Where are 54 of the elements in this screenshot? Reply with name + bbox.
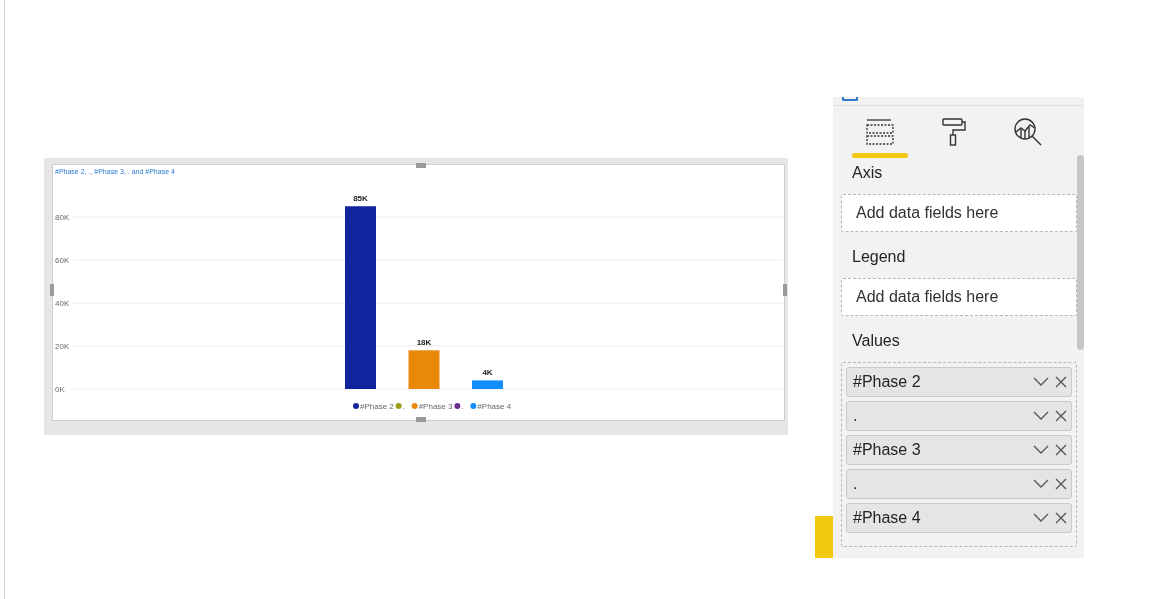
axis-label: 20K — [55, 342, 70, 351]
field-pill[interactable]: #Phase 2 — [846, 367, 1072, 397]
field-name: #Phase 4 — [853, 508, 922, 528]
field-name: . — [853, 474, 859, 494]
legend-item[interactable]: #Phase 4 — [470, 402, 512, 411]
data-label: 4K — [482, 368, 493, 378]
field-name: #Phase 3 — [853, 440, 922, 460]
pane-tab[interactable] — [852, 117, 908, 158]
field-pill[interactable]: . — [846, 469, 1072, 499]
chevron-down-icon[interactable] — [1033, 479, 1049, 489]
resize-handle[interactable] — [416, 163, 426, 168]
chevron-down-icon[interactable] — [1033, 411, 1049, 421]
well-label: Axis — [852, 163, 883, 183]
axis-label: 40K — [55, 299, 70, 308]
resize-handle[interactable] — [50, 284, 54, 296]
analytics-icon — [1013, 117, 1043, 147]
values-drop-zone[interactable]: #Phase 2 . #Phase 3 . #Phase 4 — [841, 362, 1077, 547]
legend-item[interactable]: . — [454, 402, 464, 411]
fields-icon — [865, 118, 895, 146]
close-icon[interactable] — [1055, 376, 1067, 388]
chevron-down-icon[interactable] — [1033, 377, 1049, 387]
close-icon[interactable] — [1055, 410, 1067, 422]
resize-handle[interactable] — [416, 417, 426, 422]
legend-label: #Phase 2 — [360, 402, 395, 411]
legend-item[interactable]: #Phase 2 — [353, 402, 394, 411]
panel-icon[interactable] — [842, 97, 858, 101]
legend-item[interactable]: #Phase 3 — [411, 402, 453, 411]
chevron-down-icon[interactable] — [1033, 513, 1049, 523]
paint-roller-icon — [941, 117, 967, 147]
drop-zone[interactable]: Add data fields here — [841, 194, 1077, 232]
data-label: 18K — [416, 338, 432, 348]
close-icon[interactable] — [1055, 478, 1067, 490]
chevron-down-icon[interactable] — [1033, 445, 1049, 455]
axis-label: 80K — [55, 213, 70, 222]
well-label: Values — [852, 331, 900, 351]
axis-label: 60K — [55, 256, 70, 265]
field-name: . — [853, 406, 859, 426]
legend-label: #Phase 3 — [418, 402, 454, 411]
resize-handle[interactable] — [783, 284, 787, 296]
data-label: 85K — [353, 194, 368, 204]
well-label: Legend — [852, 247, 906, 267]
close-icon[interactable] — [1055, 444, 1067, 456]
legend-label: . — [461, 402, 464, 411]
legend-label: . — [402, 402, 405, 411]
axis-label: 0K — [55, 385, 65, 394]
field-pill[interactable]: . — [846, 401, 1072, 431]
legend-item[interactable]: . — [395, 402, 405, 411]
field-pill[interactable]: #Phase 3 — [846, 435, 1072, 465]
close-icon[interactable] — [1055, 512, 1067, 524]
drop-zone[interactable]: Add data fields here — [841, 278, 1077, 316]
field-name: #Phase 2 — [853, 372, 922, 392]
legend-label: #Phase 4 — [477, 402, 512, 411]
scrollbar[interactable] — [1077, 155, 1084, 350]
field-pill[interactable]: #Phase 4 — [846, 503, 1072, 533]
